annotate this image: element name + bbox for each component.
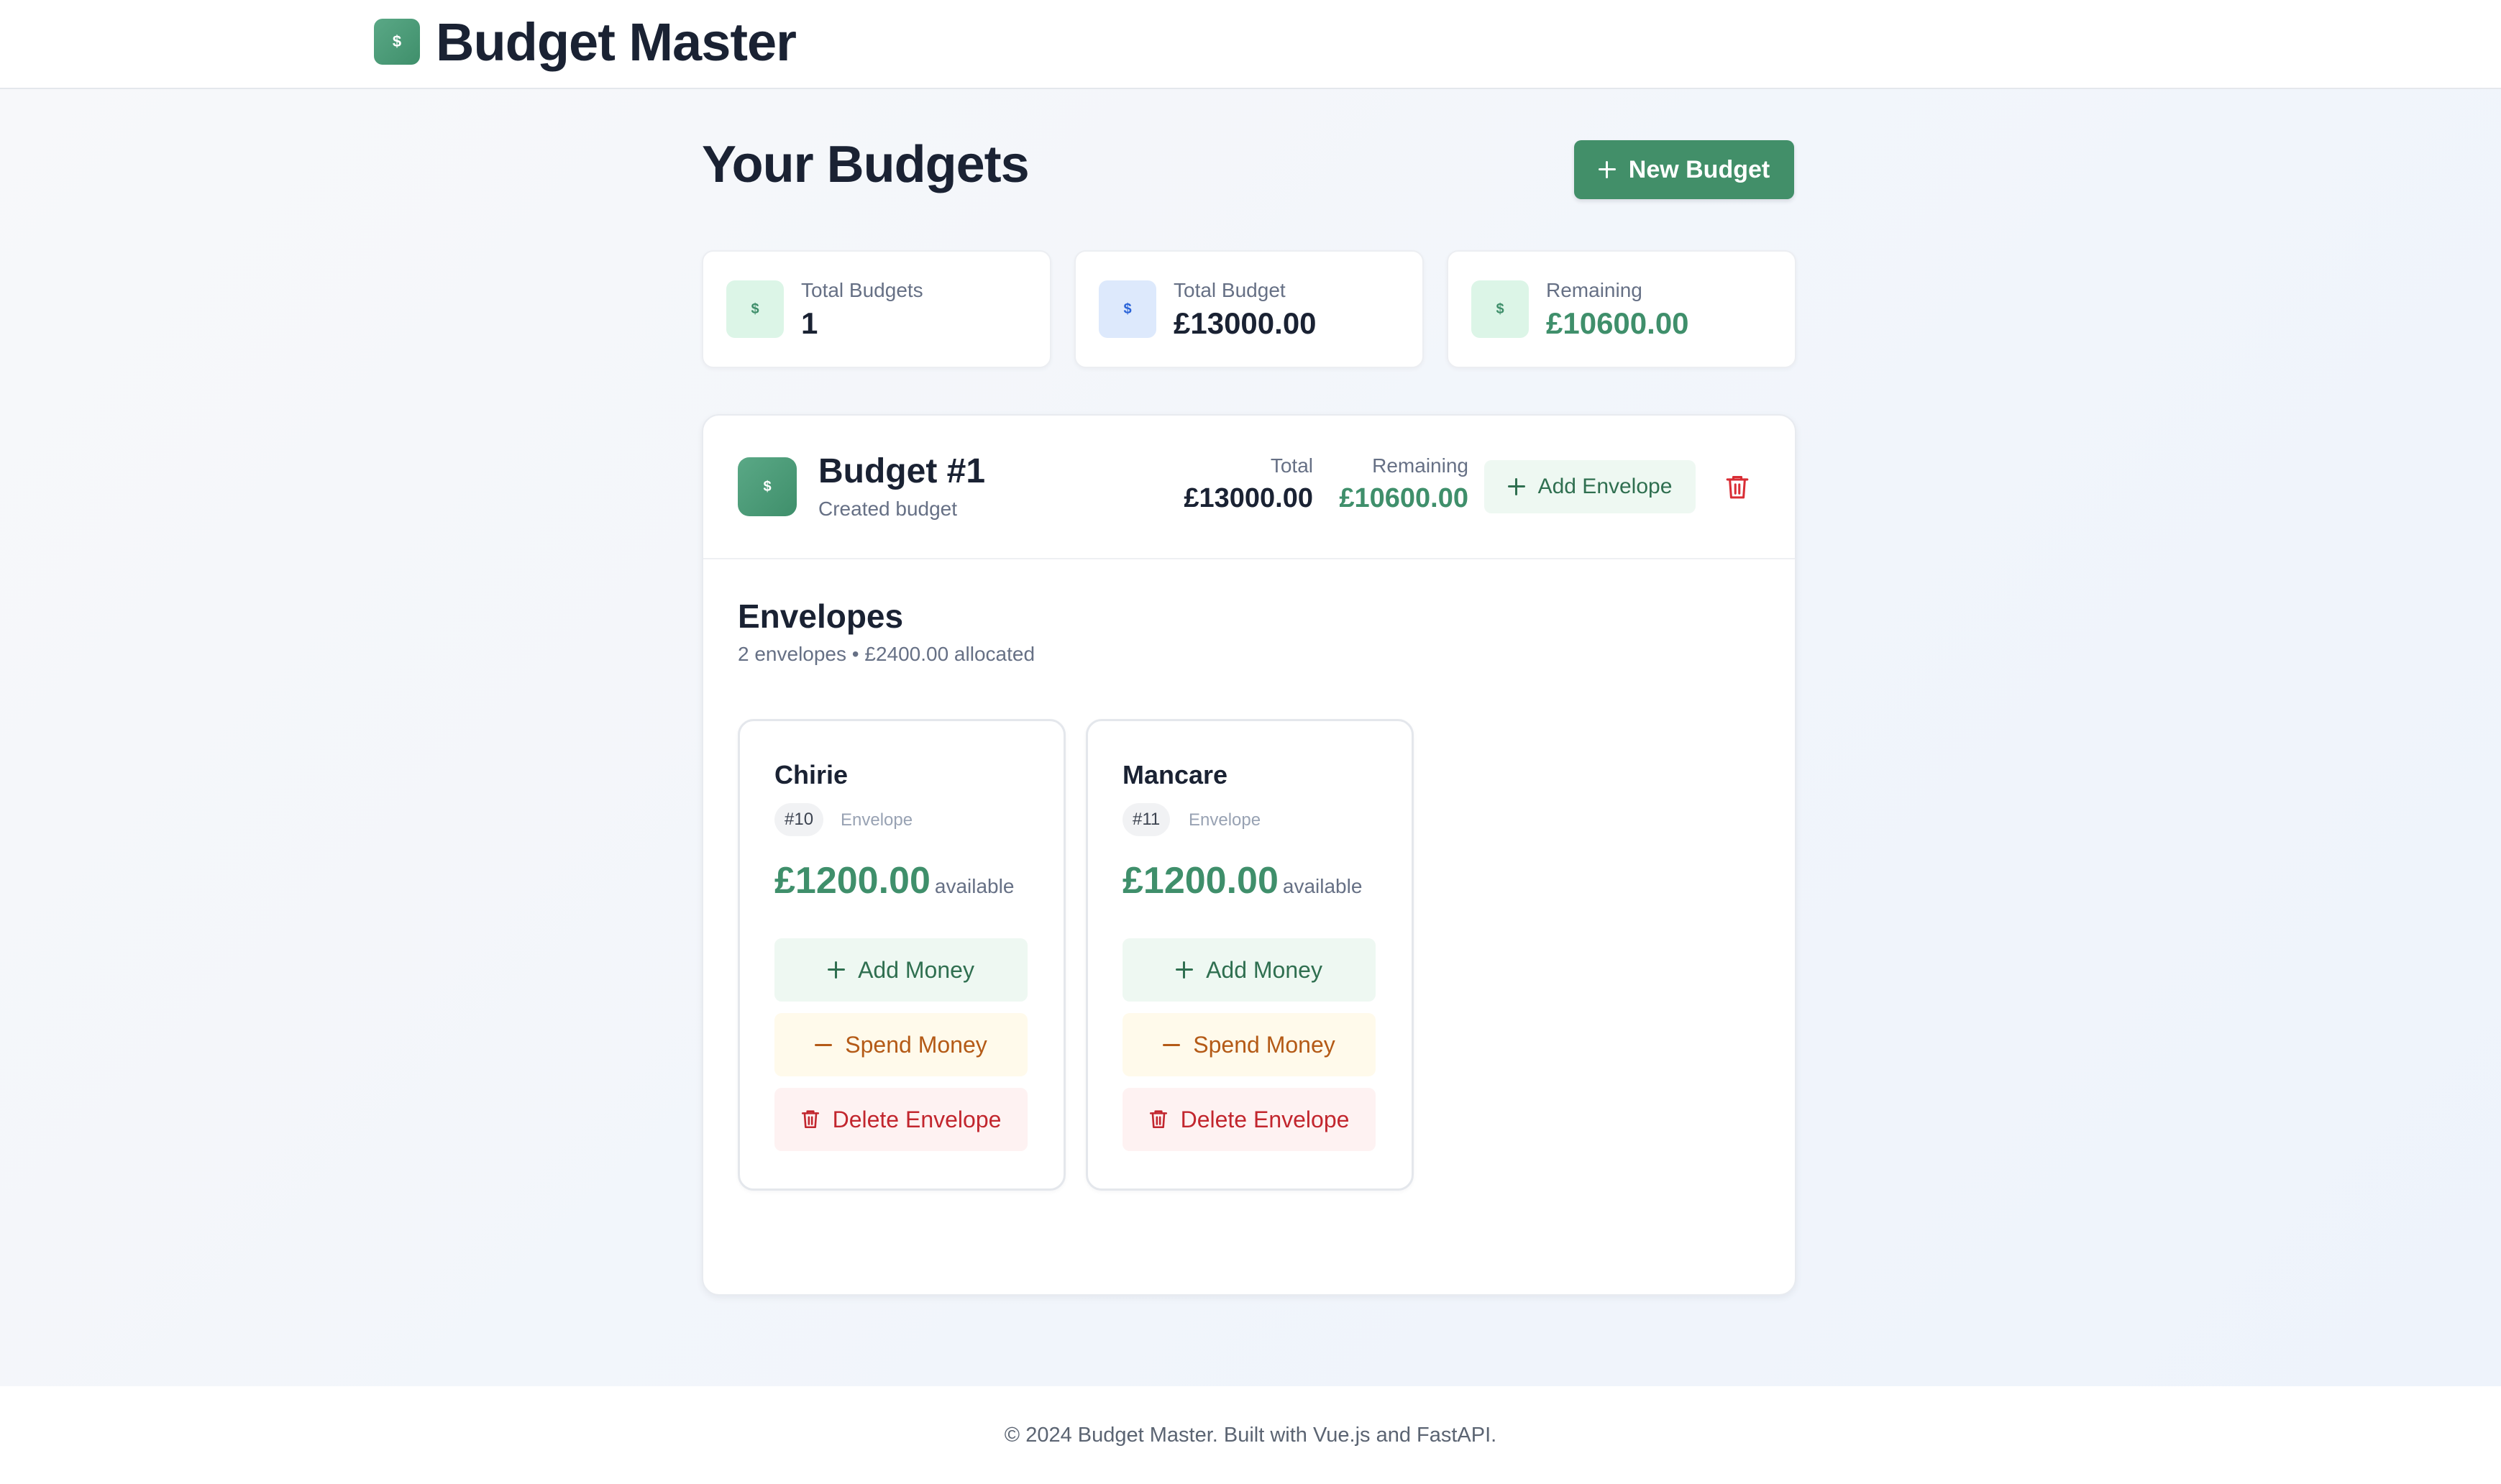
envelope-card: Mancare #11 Envelope £1200.00 available A… <box>1086 719 1414 1191</box>
spend-money-label: Spend Money <box>1193 1031 1335 1058</box>
stat-label: Total Budgets <box>801 279 923 301</box>
add-money-label: Add Money <box>858 956 974 983</box>
delete-envelope-button[interactable]: Delete Envelope <box>1123 1088 1376 1151</box>
stat-card-total-budgets: $ Total Budgets 1 <box>702 250 1051 368</box>
spend-money-button[interactable]: Spend Money <box>1123 1013 1376 1076</box>
logo-dollar-icon: $ <box>374 19 420 65</box>
budget-remaining-label: Remaining <box>1372 454 1468 477</box>
dollar-icon: $ <box>726 280 784 338</box>
footer-text: © 2024 Budget Master. Built with Vue.js … <box>1004 1423 1497 1447</box>
footer: © 2024 Budget Master. Built with Vue.js … <box>0 1386 2501 1484</box>
add-money-label: Add Money <box>1206 956 1322 983</box>
stat-label: Total Budget <box>1174 279 1286 301</box>
trash-icon <box>1149 1110 1167 1129</box>
add-money-button[interactable]: Add Money <box>774 938 1028 1002</box>
plus-icon <box>1176 961 1194 979</box>
stat-value: £13000.00 <box>1174 306 1317 340</box>
budget-remaining-value: £10600.00 <box>1339 483 1468 513</box>
budget-name: Budget #1 <box>818 452 986 490</box>
spend-money-label: Spend Money <box>845 1031 987 1058</box>
trash-icon <box>801 1110 819 1129</box>
budget-header: $ Budget #1 Created budget Total £13000.… <box>703 416 1795 559</box>
delete-budget-button[interactable] <box>1717 467 1757 508</box>
stat-value: £10600.00 <box>1546 306 1689 340</box>
envelope-amount: £1200.00 available <box>774 859 1014 902</box>
minus-icon <box>1163 1043 1181 1046</box>
new-budget-label: New Budget <box>1628 155 1770 183</box>
minus-icon <box>815 1043 833 1046</box>
envelope-id-badge: #11 <box>1123 803 1171 836</box>
plus-icon <box>828 961 846 979</box>
envelope-amount: £1200.00 available <box>1123 859 1362 902</box>
budget-total-label: Total <box>1270 454 1313 477</box>
envelope-id-badge: #10 <box>774 803 824 836</box>
envelope-amount-value: £1200.00 <box>1123 860 1279 902</box>
add-envelope-label: Add Envelope <box>1537 475 1673 498</box>
envelopes-summary: 2 envelopes • £2400.00 allocated <box>738 643 1035 665</box>
envelope-available-label: available <box>1282 875 1363 897</box>
stat-card-remaining: $ Remaining £10600.00 <box>1447 250 1796 368</box>
main-content: Your Budgets New Budget $ Total Budgets … <box>0 89 2501 1386</box>
envelopes-title: Envelopes <box>738 597 904 635</box>
add-money-button[interactable]: Add Money <box>1123 938 1376 1002</box>
app-title[interactable]: Budget Master <box>436 10 797 75</box>
page-title: Your Budgets <box>702 136 1030 193</box>
envelope-available-label: available <box>934 875 1015 897</box>
delete-envelope-label: Delete Envelope <box>832 1106 1002 1132</box>
plus-icon <box>1598 161 1616 178</box>
stat-label: Remaining <box>1546 279 1642 301</box>
envelope-amount-value: £1200.00 <box>774 860 931 902</box>
dollar-icon: $ <box>1471 280 1529 338</box>
spend-money-button[interactable]: Spend Money <box>774 1013 1028 1076</box>
new-budget-button[interactable]: New Budget <box>1574 140 1794 199</box>
budget-total-value: £13000.00 <box>1184 483 1313 513</box>
trash-icon <box>1726 475 1749 499</box>
add-envelope-button[interactable]: Add Envelope <box>1484 460 1696 513</box>
plus-icon <box>1507 478 1525 495</box>
delete-envelope-label: Delete Envelope <box>1180 1106 1350 1132</box>
envelope-tag: Envelope <box>1189 810 1261 830</box>
envelope-name: Chirie <box>774 760 849 789</box>
envelope-name: Mancare <box>1123 760 1228 789</box>
envelope-card: Chirie #10 Envelope £1200.00 available Ad… <box>738 719 1066 1191</box>
budget-subtitle: Created budget <box>818 498 958 520</box>
stat-card-total-budget: $ Total Budget £13000.00 <box>1074 250 1424 368</box>
dollar-icon: $ <box>1099 280 1156 338</box>
envelope-tag: Envelope <box>841 810 913 830</box>
stat-value: 1 <box>801 306 818 340</box>
delete-envelope-button[interactable]: Delete Envelope <box>774 1088 1028 1151</box>
budget-dollar-icon: $ <box>738 457 797 516</box>
top-navbar: $ Budget Master <box>0 0 2501 89</box>
budget-card: $ Budget #1 Created budget Total £13000.… <box>702 414 1796 1296</box>
